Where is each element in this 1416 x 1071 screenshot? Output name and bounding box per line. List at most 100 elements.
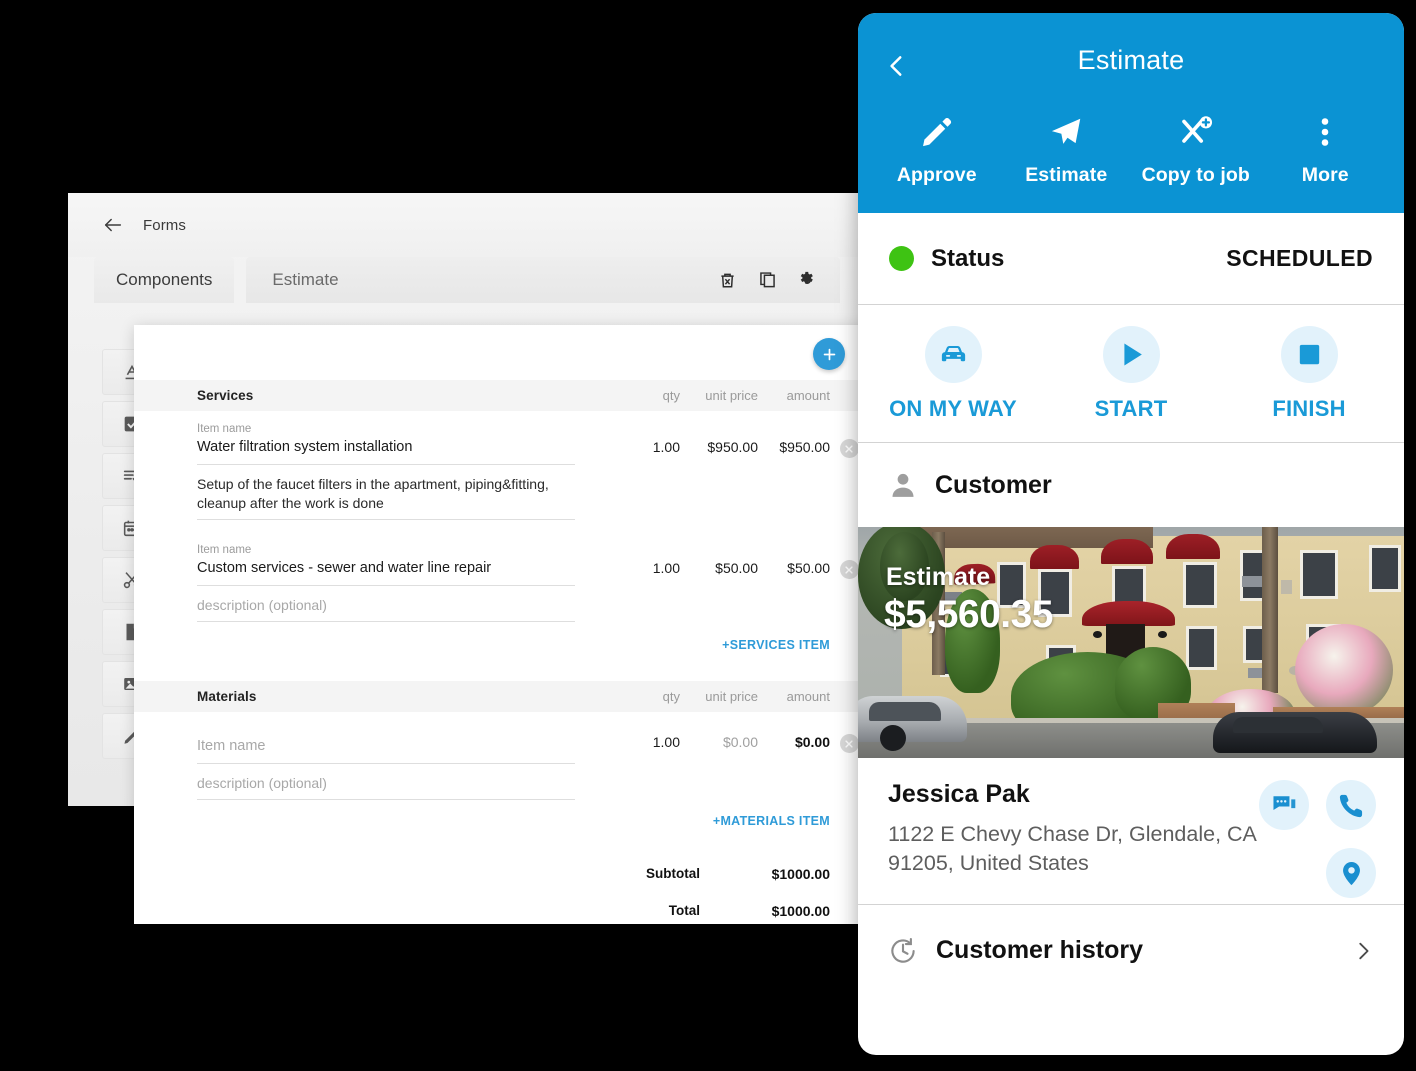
copy-to-job-button[interactable]: Copy to job [1131,108,1261,187]
customer-section-title: Customer [935,470,1052,499]
desktop-topbar: Forms [68,193,868,257]
item-unit-price[interactable]: $50.00 [680,560,758,576]
item-unit-price[interactable]: $0.00 [680,734,758,750]
map-pin-icon[interactable] [1326,848,1376,898]
play-icon [1102,326,1160,383]
customer-history-label: Customer history [936,936,1143,964]
contact-action-buttons [1259,780,1376,898]
customer-address[interactable]: 1122 E Chevy Chase Dr, Glendale, CA 9120… [888,820,1258,878]
message-icon[interactable] [1259,780,1309,830]
materials-col-unit-price: unit price [705,689,758,704]
breadcrumb-forms[interactable]: Forms [143,217,186,234]
item-unit-price[interactable]: $950.00 [680,439,758,455]
item-name-input[interactable]: Custom services - sewer and water line r… [197,558,575,586]
status-badge: SCHEDULED [1226,245,1373,271]
mobile-titlebar: Estimate [858,13,1404,108]
services-table-header: Services qty unit price amount [134,380,868,411]
pencil-icon [919,108,955,156]
history-clock-icon [888,936,918,966]
close-icon [839,439,859,458]
materials-row-1-numbers: 1.00 $0.00 $0.00 [628,725,868,800]
add-section-fab[interactable] [813,338,845,370]
delete-icon[interactable] [716,269,738,291]
settings-gear-icon[interactable] [796,269,818,291]
services-row-1: Item name Water filtration system instal… [134,411,868,520]
services-row-2-fields: Item name Custom services - sewer and wa… [197,532,628,622]
page-title: Estimate [1077,45,1185,75]
services-row-1-numbers: 1.00 $950.00 $950.00 [628,411,868,520]
approve-label: Approve [896,164,977,186]
item-qty[interactable]: 1.00 [628,734,680,750]
property-photo[interactable]: Estimate $5,560.35 [858,527,1404,758]
more-button[interactable]: More [1261,108,1391,187]
duplicate-icon[interactable] [756,269,778,291]
person-avatar-icon [888,470,918,500]
services-col-qty: qty [662,388,680,403]
close-icon [839,560,859,579]
total-label: Total [668,903,700,918]
mobile-estimate-card: Estimate Approve Estimate Copy to job Mo… [858,13,1404,1055]
subtotal-value: $1000.00 [771,865,830,882]
customer-contact-block: Jessica Pak 1122 E Chevy Chase Dr, Glend… [858,758,1404,904]
materials-row-1: Item name description (optional) 1.00 $0… [134,725,868,800]
services-col-amount: amount [786,388,830,403]
tab-estimate[interactable]: Estimate [246,257,841,303]
status-label: Status [931,244,1005,272]
phone-call-icon[interactable] [1326,780,1376,830]
services-title: Services [197,388,254,403]
tab-components[interactable]: Components [94,257,235,303]
start-button[interactable]: START [1042,326,1220,422]
on-my-way-button[interactable]: ON MY WAY [864,326,1042,422]
item-amount: $50.00 [787,560,830,576]
screenshot-stage: Forms Components Estimate Services qty u… [0,0,1416,1071]
job-progress-bar: ON MY WAY START FINISH [858,305,1404,443]
more-label: More [1301,164,1349,186]
item-description-input[interactable]: description (optional) [197,764,575,800]
chevron-right-icon [1352,940,1374,962]
item-qty[interactable]: 1.00 [628,560,680,576]
subtotal-row: Subtotal $1000.00 [134,858,830,889]
status-row[interactable]: Status SCHEDULED [858,213,1404,305]
add-materials-item-link[interactable]: +MATERIALS ITEM [134,814,868,828]
photo-estimate-label: Estimate [886,563,991,591]
materials-table-header: Materials qty unit price amount [134,681,868,712]
total-row: Total $1000.00 [134,895,830,924]
services-row-2-numbers: 1.00 $50.00 $50.00 [628,532,868,622]
on-my-way-label: ON MY WAY [889,396,1017,421]
mobile-action-bar: Approve Estimate Copy to job More [858,108,1404,213]
item-description-input[interactable]: Setup of the faucet filters in the apart… [197,465,575,520]
contact-action-row-2 [1259,848,1376,898]
services-row-2: Item name Custom services - sewer and wa… [134,532,868,622]
contact-action-row-1 [1259,780,1376,830]
send-paper-plane-icon [1048,108,1084,156]
estimate-send-button[interactable]: Estimate [1002,108,1132,187]
item-name-label: Item name [197,423,252,435]
customer-section-header: Customer [858,443,1404,527]
tab-estimate-label: Estimate [272,270,339,289]
item-amount: $950.00 [779,439,830,455]
overflow-menu-icon [1307,108,1343,156]
estimate-label: Estimate [1025,164,1108,186]
approve-button[interactable]: Approve [872,108,1002,187]
add-services-item-link[interactable]: +SERVICES ITEM [134,638,868,652]
photo-scene [858,527,1404,758]
photo-estimate-amount: $5,560.35 [884,593,1054,636]
services-col-unit-price: unit price [705,388,758,403]
back-arrow-icon[interactable] [100,212,126,238]
chevron-left-icon[interactable] [884,53,912,81]
customer-history-row[interactable]: Customer history [858,904,1404,996]
item-description-input[interactable]: description (optional) [197,586,575,622]
materials-row-1-fields: Item name description (optional) [197,725,628,800]
materials-col-amount: amount [786,689,830,704]
copy-to-job-label: Copy to job [1141,164,1250,186]
mobile-header: Estimate Approve Estimate Copy to job Mo… [858,13,1404,213]
services-row-1-fields: Item name Water filtration system instal… [197,411,628,520]
tab-actions [716,257,818,303]
item-amount: $0.00 [794,734,830,750]
materials-col-qty: qty [662,689,680,704]
item-name-input[interactable]: Water filtration system installation [197,437,575,465]
subtotal-label: Subtotal [646,866,700,881]
finish-button[interactable]: FINISH [1220,326,1398,422]
item-name-input[interactable]: Item name [197,736,575,764]
item-qty[interactable]: 1.00 [628,439,680,455]
